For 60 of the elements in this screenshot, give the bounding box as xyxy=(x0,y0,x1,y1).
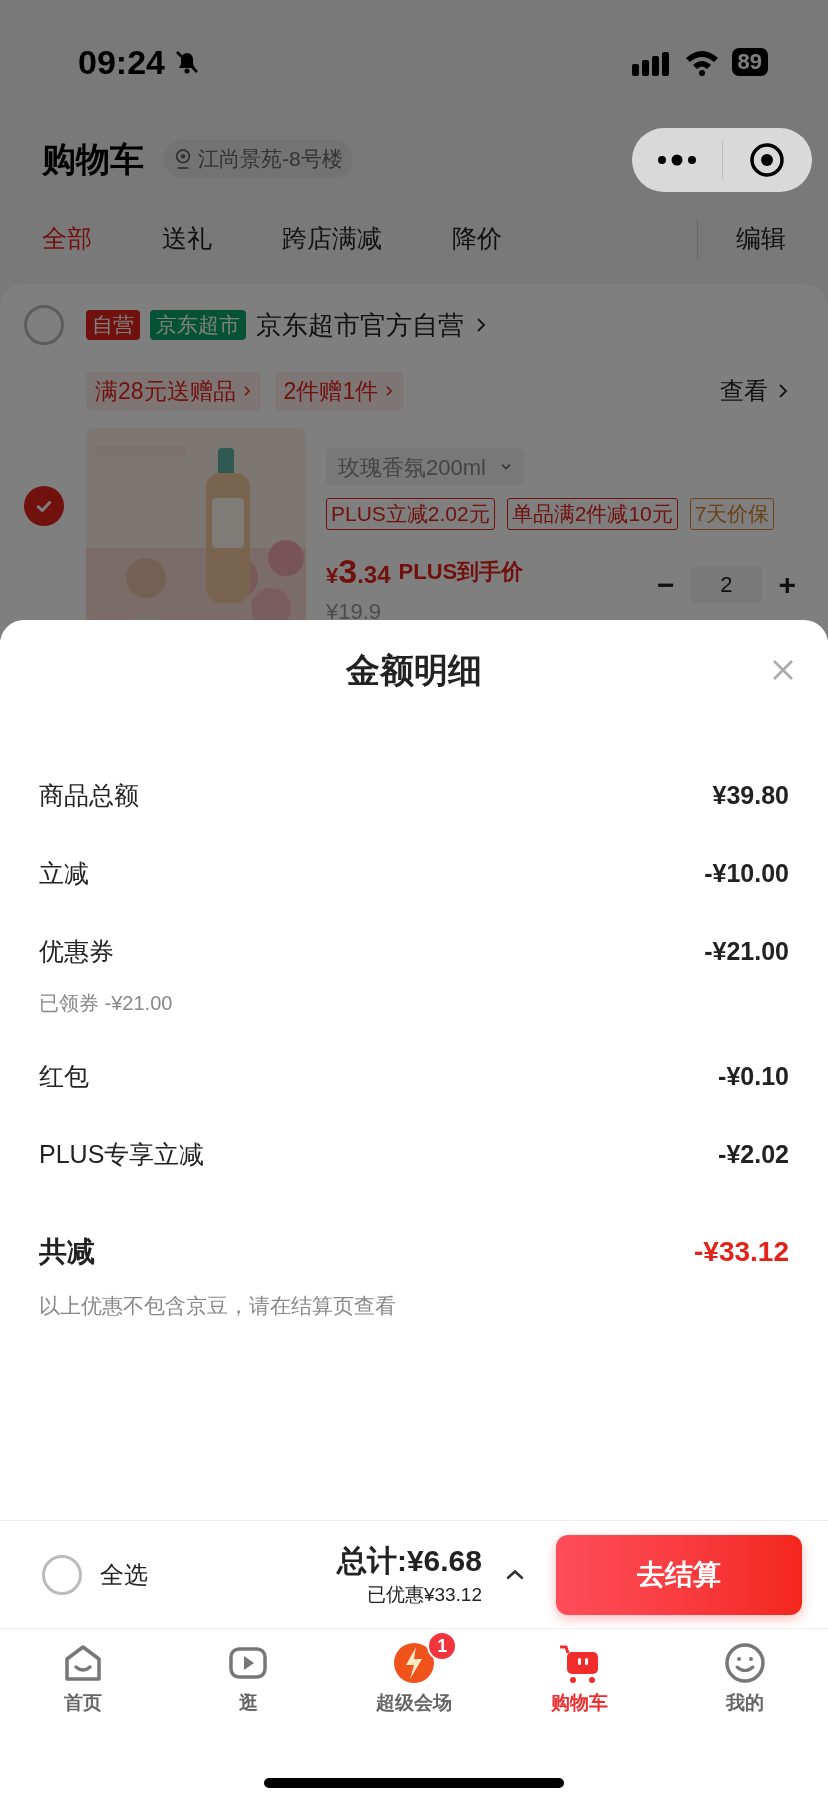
nav-tab[interactable]: 逛 xyxy=(165,1629,332,1718)
promo-tag[interactable]: 2件赠1件 xyxy=(274,372,404,410)
product-tag: PLUS立减2.02元 xyxy=(326,498,495,530)
price-label: PLUS到手价 xyxy=(398,558,524,586)
total-discount-value: -¥33.12 xyxy=(694,1235,789,1269)
sheet-title: 金额明细 xyxy=(346,649,482,691)
checkbox[interactable] xyxy=(42,1554,82,1595)
amount-value: -¥21.00 xyxy=(704,936,789,968)
amount-value: -¥10.00 xyxy=(704,858,789,890)
coupon-note: 已领券 -¥21.00 xyxy=(39,991,174,1015)
minus-button[interactable]: − xyxy=(656,562,675,607)
close-icon[interactable] xyxy=(771,658,795,682)
chevron-icon xyxy=(384,383,395,399)
notification-badge: 1 xyxy=(427,1631,458,1661)
discount-note: 以上优惠不包含京豆，请在结算页查看 xyxy=(39,1293,397,1319)
store-badge: 自营 xyxy=(86,310,140,340)
battery-indicator: 89 xyxy=(731,48,768,76)
amount-label: 红包 xyxy=(39,1061,89,1093)
product-price: ¥3.34 xyxy=(326,551,391,592)
checkout-button[interactable]: 去结算 xyxy=(556,1534,802,1615)
amount-value: ¥39.80 xyxy=(712,780,789,812)
chevron-down-icon xyxy=(499,463,512,471)
edit-link[interactable]: 编辑 xyxy=(736,220,786,258)
status-time: 09:24 xyxy=(78,41,165,83)
filter-tab[interactable]: 全部 xyxy=(42,220,92,258)
location-pin-icon xyxy=(174,148,192,170)
promo-tag[interactable]: 满28元送赠品 xyxy=(86,372,261,410)
more-icon[interactable] xyxy=(656,154,697,166)
select-all-label[interactable]: 全选 xyxy=(100,1556,148,1593)
amount-label: 优惠券 xyxy=(39,936,114,968)
nav-tab[interactable]: 购物车 xyxy=(496,1629,663,1718)
nav-tab[interactable]: 首页 xyxy=(0,1629,166,1718)
lightning-icon xyxy=(392,1641,436,1685)
total-discount-label: 共减 xyxy=(39,1235,95,1269)
amount-value: -¥0.10 xyxy=(718,1061,789,1093)
amount-label: PLUS专享立减 xyxy=(39,1139,205,1171)
smile-icon xyxy=(723,1641,768,1685)
quantity-field[interactable]: 2 xyxy=(690,566,763,603)
filter-tab[interactable]: 送礼 xyxy=(162,220,212,258)
page-title: 购物车 xyxy=(42,138,144,180)
target-icon[interactable] xyxy=(749,142,786,178)
store-name[interactable]: 京东超市官方自营 xyxy=(256,305,464,345)
view-link[interactable]: 查看 xyxy=(720,373,768,409)
order-total: 总计:¥6.68 xyxy=(336,1542,482,1579)
store-badge: 京东超市 xyxy=(150,310,246,340)
filter-tab[interactable]: 跨店满减 xyxy=(282,220,382,258)
amount-value: -¥2.02 xyxy=(718,1139,789,1171)
product-tag: 单品满2件减10元 xyxy=(506,498,678,530)
checkbox[interactable] xyxy=(24,305,64,345)
plus-button[interactable]: + xyxy=(778,562,796,607)
location-chip[interactable]: 江尚景苑-8号楼 xyxy=(164,140,353,178)
amount-label: 商品总额 xyxy=(39,780,139,812)
checkbox[interactable] xyxy=(24,486,64,526)
saved-amount: 已优惠¥33.12 xyxy=(366,1582,482,1607)
filter-tab[interactable]: 降价 xyxy=(452,220,502,258)
product-tag: 7天价保 xyxy=(689,498,775,530)
caret-up-icon[interactable] xyxy=(504,1568,526,1581)
amount-label: 立减 xyxy=(39,858,89,890)
nav-tab[interactable]: 我的 xyxy=(662,1629,828,1718)
nav-tab[interactable]: 1 超级会场 xyxy=(331,1629,497,1718)
